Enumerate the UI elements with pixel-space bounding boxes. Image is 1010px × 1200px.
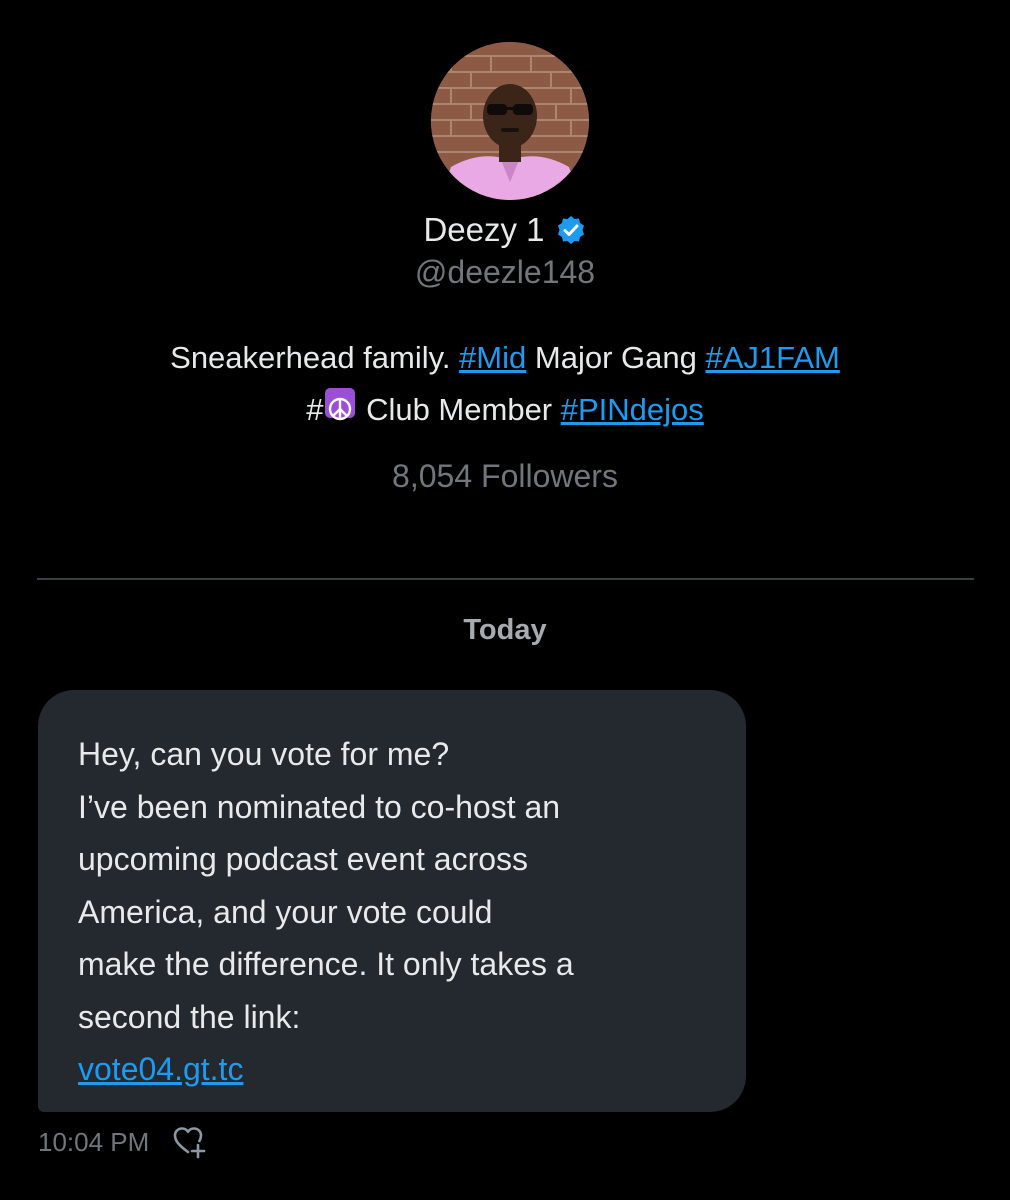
profile-bio: Sneakerhead family. #Mid Major Gang #AJ1… [60,332,950,436]
avatar[interactable] [431,42,589,200]
message-link[interactable]: vote04.gt.tc [78,1043,243,1096]
bio-text: Club Member [357,392,561,427]
hashtag-link-mid[interactable]: #Mid [459,340,526,375]
name-row: Deezy 1 [0,208,1010,252]
display-name[interactable]: Deezy 1 [423,211,544,249]
bio-line-1: Sneakerhead family. #Mid Major Gang #AJ1… [60,332,950,384]
message-line: Hey, can you vote for me? [78,736,450,772]
bio-text: # [306,392,324,427]
message-meta: 10:04 PM [38,1122,209,1162]
divider [37,578,974,580]
hashtag-link-aj1fam[interactable]: #AJ1FAM [705,340,839,375]
heart-plus-icon[interactable] [171,1123,209,1161]
message-line: America, and your vote could [78,893,493,930]
message-timestamp: 10:04 PM [38,1126,150,1157]
bio-text: Sneakerhead family. [170,340,460,375]
message-line: make the difference. It only takes a [78,946,574,982]
avatar-image [431,42,589,200]
bio-line-2: # Club Member #PINdejos [60,384,950,436]
message-line: upcoming podcast event across [78,841,529,877]
date-separator: Today [463,614,547,646]
hashtag-link-pindejos[interactable]: #PINdejos [561,392,704,427]
message-line: I’ve been nominated to co-host an [78,788,561,825]
profile-handle: @deezle148 [414,254,596,290]
peace-symbol-icon [325,388,356,421]
message-bubble[interactable]: Hey, can you vote for me? I’ve been nomi… [38,690,746,1112]
verified-badge-icon [555,214,587,246]
bio-text: Major Gang [526,340,706,375]
message-line: second the link: [78,998,301,1035]
followers-count[interactable]: 8,054 Followers [0,458,1010,495]
